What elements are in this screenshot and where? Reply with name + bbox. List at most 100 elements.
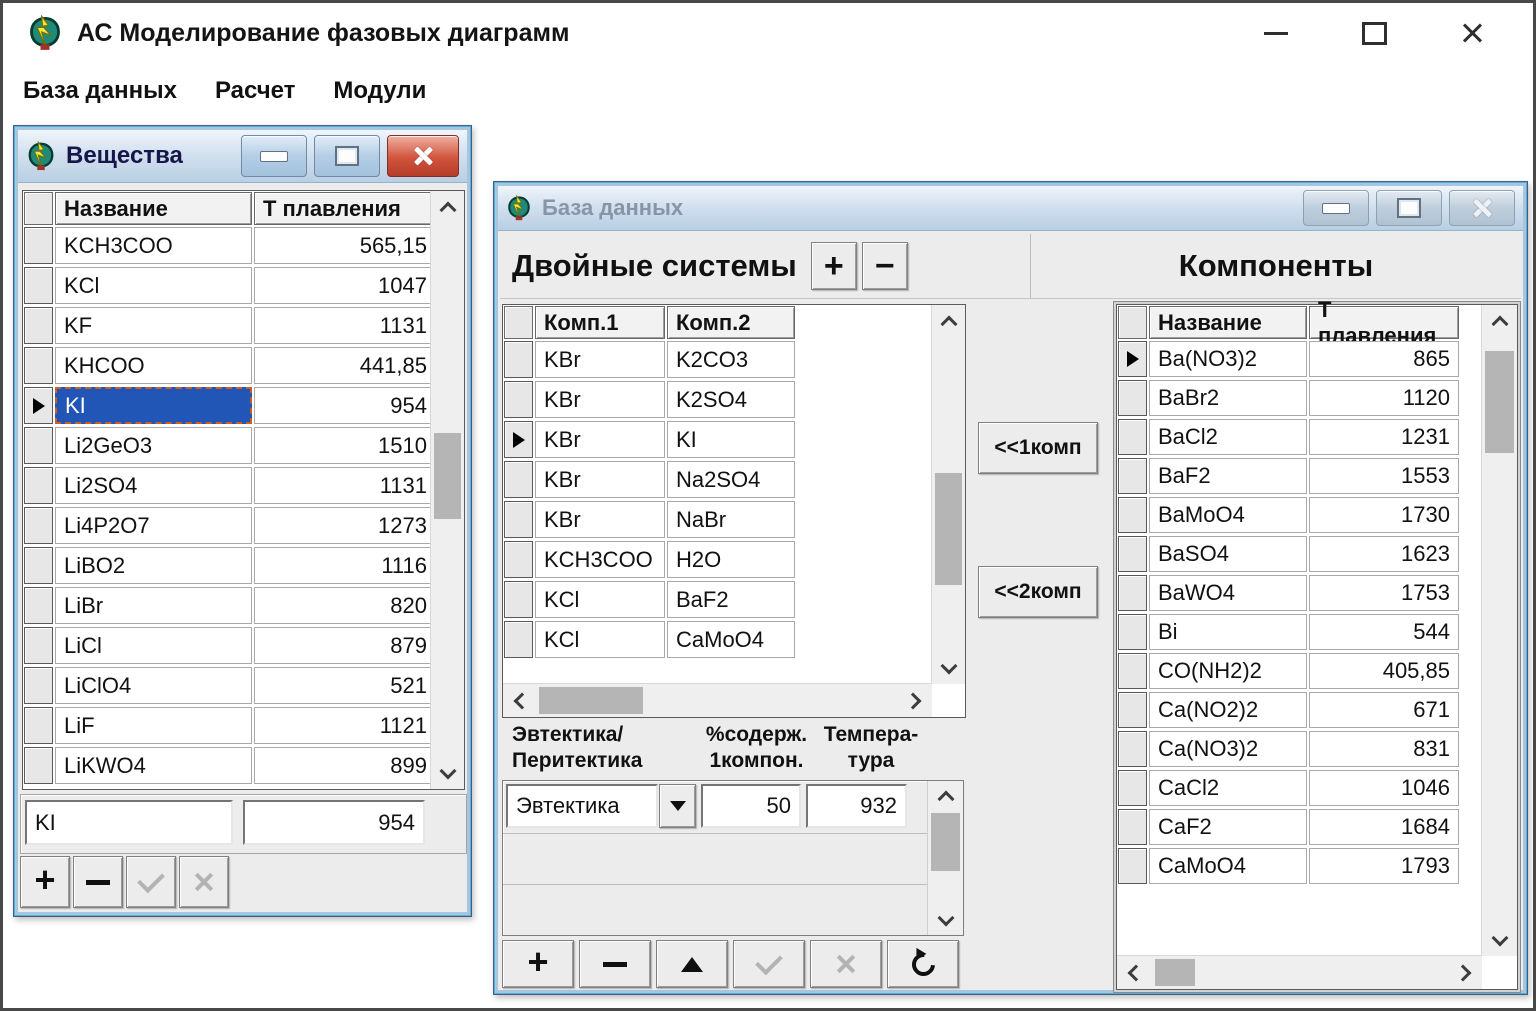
table-cell[interactable]: 1231 <box>1309 419 1459 455</box>
close-icon[interactable] <box>1459 20 1485 46</box>
maximize-icon[interactable] <box>314 135 380 177</box>
confirm-button[interactable] <box>733 940 805 988</box>
row-selector[interactable] <box>504 381 533 418</box>
table-row[interactable]: Ca(NO3)2831 <box>1118 731 1517 767</box>
table-cell[interactable]: 954 <box>254 387 436 424</box>
table-cell[interactable]: LiBO2 <box>55 547 252 584</box>
row-selector[interactable] <box>24 667 53 704</box>
move-up-button[interactable] <box>656 940 728 988</box>
horizontal-scrollbar[interactable] <box>503 683 932 717</box>
table-cell[interactable]: KBr <box>535 381 665 418</box>
main-titlebar[interactable]: АС Моделирование фазовых диаграмм <box>3 3 1533 63</box>
table-cell[interactable]: BaMoO4 <box>1149 497 1307 533</box>
table-cell[interactable]: Na2SO4 <box>667 461 795 498</box>
delete-button[interactable] <box>579 940 651 988</box>
close-icon[interactable] <box>387 135 459 177</box>
table-row[interactable]: CaCl21046 <box>1118 770 1517 806</box>
scroll-right-icon[interactable] <box>1449 956 1482 989</box>
row-selector[interactable] <box>24 547 53 584</box>
table-row[interactable]: Bi544 <box>1118 614 1517 650</box>
table-row[interactable]: LiClO4521 <box>24 667 464 704</box>
table-cell[interactable]: 1753 <box>1309 575 1459 611</box>
row-selector[interactable] <box>24 627 53 664</box>
table-cell[interactable]: 1273 <box>254 507 436 544</box>
row-selector[interactable] <box>504 621 533 658</box>
scroll-left-icon[interactable] <box>503 684 536 717</box>
table-cell[interactable]: KBr <box>535 461 665 498</box>
table-row[interactable]: CaF21684 <box>1118 809 1517 845</box>
vertical-scrollbar[interactable] <box>927 781 963 935</box>
row-selector[interactable] <box>24 387 53 424</box>
table-row[interactable]: KClCaMoO4 <box>504 621 965 658</box>
row-selector[interactable] <box>1118 536 1147 572</box>
row-selector[interactable] <box>504 421 533 458</box>
table-row[interactable]: KBrNa2SO4 <box>504 461 965 498</box>
close-icon[interactable] <box>1449 190 1515 226</box>
table-cell[interactable]: KBr <box>535 341 665 378</box>
substances-titlebar[interactable]: Вещества <box>18 130 467 183</box>
row-selector[interactable] <box>504 461 533 498</box>
table-cell[interactable]: Ba(NO3)2 <box>1149 341 1307 377</box>
table-row[interactable]: LiKWO4899 <box>24 747 464 784</box>
name-field[interactable]: KI <box>25 800 233 845</box>
table-cell[interactable]: 544 <box>1309 614 1459 650</box>
table-cell[interactable]: 1131 <box>254 467 436 504</box>
table-cell[interactable]: KHCOO <box>55 347 252 384</box>
scrollbar-thumb[interactable] <box>539 687 643 714</box>
table-row[interactable]: BaCl21231 <box>1118 419 1517 455</box>
delete-button[interactable] <box>73 856 123 908</box>
table-cell[interactable]: BaBr2 <box>1149 380 1307 416</box>
table-row[interactable]: KBrK2SO4 <box>504 381 965 418</box>
table-cell[interactable]: KCl <box>55 267 252 304</box>
table-row[interactable]: BaWO41753 <box>1118 575 1517 611</box>
add-button[interactable]: + <box>20 856 70 908</box>
row-selector[interactable] <box>24 467 53 504</box>
table-cell[interactable]: LiKWO4 <box>55 747 252 784</box>
table-cell[interactable]: BaF2 <box>1149 458 1307 494</box>
table-row[interactable]: KCH3COO565,15 <box>24 227 464 264</box>
column-header-name[interactable]: Название <box>1149 306 1307 339</box>
scroll-down-icon[interactable] <box>932 651 965 684</box>
table-cell[interactable]: LiCl <box>55 627 252 664</box>
scrollbar-thumb[interactable] <box>434 433 461 519</box>
scroll-down-icon[interactable] <box>1482 923 1517 956</box>
table-row[interactable]: Ba(NO3)2865 <box>1118 341 1517 377</box>
vertical-scrollbar[interactable] <box>1481 305 1517 956</box>
scroll-up-icon[interactable] <box>1482 305 1517 338</box>
scrollbar-thumb[interactable] <box>1155 959 1195 986</box>
row-selector[interactable] <box>24 707 53 744</box>
table-cell[interactable]: NaBr <box>667 501 795 538</box>
table-cell[interactable]: KCH3COO <box>55 227 252 264</box>
table-cell[interactable]: BaSO4 <box>1149 536 1307 572</box>
table-cell[interactable]: 405,85 <box>1309 653 1459 689</box>
row-selector[interactable] <box>24 227 53 264</box>
eutectic-type-select[interactable]: Эвтектика <box>506 784 658 828</box>
table-row[interactable]: BaMoO41730 <box>1118 497 1517 533</box>
table-row[interactable]: KBrNaBr <box>504 501 965 538</box>
table-cell[interactable]: LiF <box>55 707 252 744</box>
refresh-button[interactable] <box>887 940 959 988</box>
column-header-temp[interactable]: Т плавления <box>1309 306 1459 339</box>
table-row[interactable]: KHCOO441,85 <box>24 347 464 384</box>
maximize-icon[interactable] <box>1361 20 1387 46</box>
table-row[interactable]: KI954 <box>24 387 464 424</box>
table-cell[interactable]: 1553 <box>1309 458 1459 494</box>
table-cell[interactable]: 1623 <box>1309 536 1459 572</box>
table-row[interactable]: LiBO21116 <box>24 547 464 584</box>
table-cell[interactable]: KI <box>667 421 795 458</box>
table-cell[interactable]: K2CO3 <box>667 341 795 378</box>
maximize-icon[interactable] <box>1376 190 1442 226</box>
scroll-left-icon[interactable] <box>1117 956 1150 989</box>
row-selector[interactable] <box>1118 614 1147 650</box>
table-cell[interactable]: 521 <box>254 667 436 704</box>
row-selector[interactable] <box>1118 770 1147 806</box>
row-selector[interactable] <box>24 267 53 304</box>
table-row[interactable]: Li2GeO31510 <box>24 427 464 464</box>
scroll-up-icon[interactable] <box>932 305 965 338</box>
table-cell[interactable]: CaCl2 <box>1149 770 1307 806</box>
table-cell[interactable]: 865 <box>1309 341 1459 377</box>
table-row[interactable]: KF1131 <box>24 307 464 344</box>
table-cell[interactable]: KF <box>55 307 252 344</box>
row-selector[interactable] <box>24 747 53 784</box>
scroll-right-icon[interactable] <box>899 684 932 717</box>
